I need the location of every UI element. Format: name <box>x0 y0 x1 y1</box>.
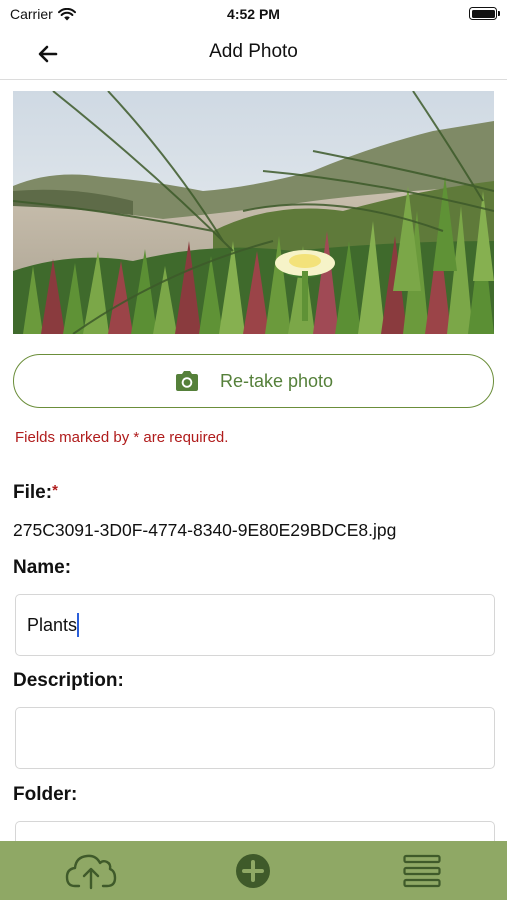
page-title: Add Photo <box>209 41 298 62</box>
retake-photo-button[interactable]: Re-take photo <box>13 354 494 408</box>
menu-tab-button[interactable] <box>394 841 450 900</box>
camera-icon <box>175 371 198 391</box>
menu-icon <box>403 854 441 887</box>
cloud-upload-icon <box>65 854 117 889</box>
folder-label: Folder: <box>13 784 78 805</box>
status-bar: Carrier 4:52 PM <box>0 0 507 28</box>
name-label: Name: <box>13 557 72 578</box>
add-circle-icon <box>236 853 270 888</box>
required-fields-note: Fields marked by * are required. <box>15 429 229 446</box>
add-photo-tab-button[interactable] <box>226 841 280 900</box>
name-input-value: Plants <box>27 614 78 635</box>
required-asterisk: * <box>52 482 58 499</box>
file-name-value: 275C3091-3D0F-4774-8340-9E80E29BDCE8.jpg <box>13 520 397 540</box>
photo-image <box>13 91 494 334</box>
bottom-tab-bar <box>0 841 507 900</box>
photo-preview[interactable] <box>13 91 494 334</box>
name-input[interactable]: Plants <box>15 594 495 656</box>
description-input[interactable] <box>15 707 495 769</box>
upload-tab-button[interactable] <box>58 841 124 900</box>
navigation-bar: Add Photo <box>0 28 507 80</box>
description-label: Description: <box>13 670 124 691</box>
file-label: File:* <box>13 482 58 504</box>
status-time: 4:52 PM <box>227 6 280 22</box>
retake-photo-label: Re-take photo <box>219 370 334 391</box>
battery-icon <box>469 7 500 20</box>
file-label-text: File: <box>13 482 53 503</box>
text-cursor <box>77 613 80 637</box>
